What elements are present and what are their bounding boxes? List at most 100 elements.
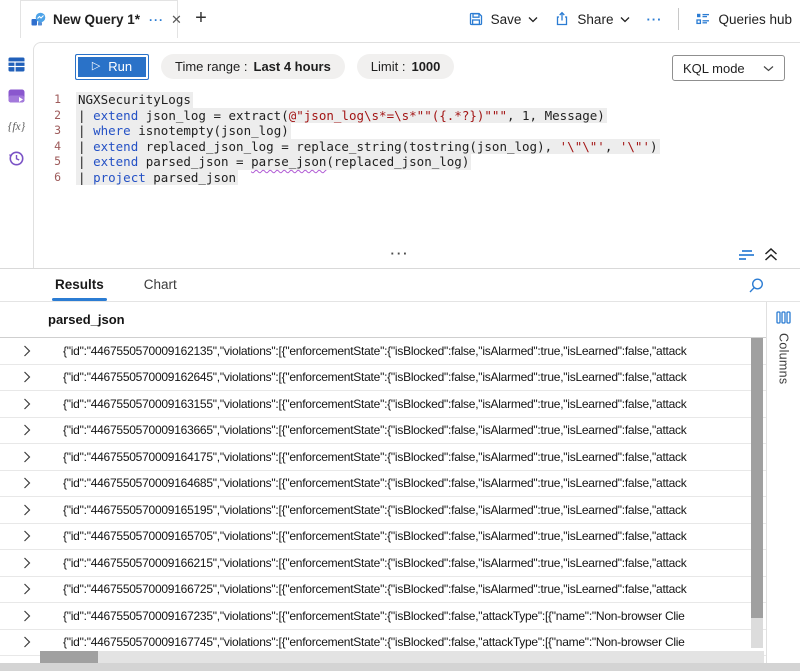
tab-chart[interactable]: Chart xyxy=(144,277,177,301)
save-label: Save xyxy=(491,12,522,27)
results-panel: Results Chart parsed_json {"id":"4467550… xyxy=(0,268,800,671)
limit-picker[interactable]: Limit : 1000 xyxy=(357,54,455,79)
table-row[interactable]: {"id":"4467550570009166215","violations"… xyxy=(0,550,766,577)
queries-hub-label: Queries hub xyxy=(718,12,792,27)
row-expand-chevron-icon[interactable] xyxy=(23,504,39,516)
table-row[interactable]: {"id":"4467550570009162135","violations"… xyxy=(0,338,766,365)
query-history-icon[interactable] xyxy=(8,150,25,167)
more-options-button[interactable]: ··· xyxy=(646,12,662,27)
table-row[interactable]: {"id":"4467550570009165705","violations"… xyxy=(0,524,766,551)
row-json-text: {"id":"4467550570009164685","violations"… xyxy=(63,476,766,490)
run-play-icon: ▷ xyxy=(92,61,100,72)
save-button[interactable]: Save xyxy=(468,11,539,27)
results-rows: {"id":"4467550570009162135","violations"… xyxy=(0,338,766,656)
window-bottom-edge xyxy=(0,663,800,671)
row-json-text: {"id":"4467550570009163155","violations"… xyxy=(63,397,766,411)
table-row[interactable]: {"id":"4467550570009166725","violations"… xyxy=(0,577,766,604)
code-line[interactable]: 1NGXSecurityLogs xyxy=(34,92,800,108)
horizontal-scrollbar-thumb[interactable] xyxy=(40,651,98,663)
queries-hub-button[interactable]: Queries hub xyxy=(695,11,792,27)
code-line[interactable]: 5| extend parsed_json = parse_json(repla… xyxy=(34,154,800,170)
row-json-text: {"id":"4467550570009162135","violations"… xyxy=(63,344,766,358)
row-json-text: {"id":"4467550570009163665","violations"… xyxy=(63,423,766,437)
save-icon xyxy=(468,11,484,27)
table-row[interactable]: {"id":"4467550570009163665","violations"… xyxy=(0,418,766,445)
column-header-parsed-json[interactable]: parsed_json xyxy=(0,302,766,338)
row-expand-chevron-icon[interactable] xyxy=(23,610,39,622)
code-editor-lines[interactable]: 1NGXSecurityLogs2| extend json_log = ext… xyxy=(34,92,800,185)
row-expand-chevron-icon[interactable] xyxy=(23,530,39,542)
tab-more-icon[interactable]: ··· xyxy=(149,13,164,27)
row-json-text: {"id":"4467550570009166215","violations"… xyxy=(63,556,766,570)
row-expand-chevron-icon[interactable] xyxy=(23,371,39,383)
functions-icon[interactable]: {fx} xyxy=(8,121,26,133)
line-number: 4 xyxy=(34,139,76,155)
table-row[interactable]: {"id":"4467550570009163155","violations"… xyxy=(0,391,766,418)
search-icon[interactable] xyxy=(748,277,765,294)
line-number: 2 xyxy=(34,108,76,124)
chevron-down-icon xyxy=(620,16,630,23)
line-number: 6 xyxy=(34,170,76,186)
results-tab-strip: Results Chart xyxy=(0,269,800,302)
row-json-text: {"id":"4467550570009166725","violations"… xyxy=(63,582,766,596)
query-panel: ▷ Run Time range : Last 4 hours Limit : … xyxy=(33,42,800,268)
sample-gallery-icon[interactable] xyxy=(8,89,25,104)
tab-title: New Query 1* xyxy=(53,12,140,27)
query-mode-select[interactable]: KQL mode xyxy=(672,55,785,81)
horizontal-scrollbar[interactable] xyxy=(40,651,764,663)
row-expand-chevron-icon[interactable] xyxy=(23,477,39,489)
row-expand-chevron-icon[interactable] xyxy=(23,398,39,410)
run-button[interactable]: ▷ Run xyxy=(75,54,149,80)
row-expand-chevron-icon[interactable] xyxy=(23,557,39,569)
editor-actions xyxy=(738,248,778,261)
tab-close-icon[interactable]: ✕ xyxy=(171,12,182,28)
top-actions: Save Share ··· xyxy=(468,0,792,38)
row-expand-chevron-icon[interactable] xyxy=(23,345,39,357)
panel-splitter-handle[interactable]: ··· xyxy=(391,246,410,261)
columns-side-panel[interactable]: Columns xyxy=(766,302,800,663)
table-row[interactable]: {"id":"4467550570009165195","violations"… xyxy=(0,497,766,524)
share-button[interactable]: Share xyxy=(554,11,630,27)
code-line[interactable]: 4| extend replaced_json_log = replace_st… xyxy=(34,139,800,155)
row-expand-chevron-icon[interactable] xyxy=(23,451,39,463)
vertical-scrollbar-track[interactable] xyxy=(751,618,763,648)
row-json-text: {"id":"4467550570009167235","violations"… xyxy=(63,609,766,623)
time-range-value: Last 4 hours xyxy=(254,59,331,74)
code-line[interactable]: 3| where isnotempty(json_log) xyxy=(34,123,800,139)
queries-hub-icon xyxy=(695,11,711,27)
row-expand-chevron-icon[interactable] xyxy=(23,636,39,648)
table-row[interactable]: {"id":"4467550570009164685","violations"… xyxy=(0,471,766,498)
code-line[interactable]: 2| extend json_log = extract(@"json_log\… xyxy=(34,108,800,124)
row-expand-chevron-icon[interactable] xyxy=(23,424,39,436)
tables-icon[interactable] xyxy=(8,57,25,72)
table-row[interactable]: {"id":"4467550570009167235","violations"… xyxy=(0,603,766,630)
tab-results[interactable]: Results xyxy=(55,277,104,301)
row-json-text: {"id":"4467550570009165705","violations"… xyxy=(63,529,766,543)
tab-bar: New Query 1* ··· ✕ + Save xyxy=(0,0,800,38)
row-json-text: {"id":"4467550570009167745","violations"… xyxy=(63,635,766,649)
columns-icon xyxy=(776,311,791,324)
run-label: Run xyxy=(108,59,132,74)
time-range-label: Time range : xyxy=(175,59,248,74)
collapse-editor-icon[interactable] xyxy=(764,248,778,261)
line-number: 3 xyxy=(34,123,76,139)
query-tab[interactable]: New Query 1* ··· ✕ xyxy=(20,0,178,38)
share-icon xyxy=(554,11,570,27)
row-json-text: {"id":"4467550570009165195","violations"… xyxy=(63,503,766,517)
row-json-text: {"id":"4467550570009162645","violations"… xyxy=(63,370,766,384)
line-number: 5 xyxy=(34,154,76,170)
code-line[interactable]: 6| project parsed_json xyxy=(34,170,800,186)
time-range-picker[interactable]: Time range : Last 4 hours xyxy=(161,54,345,79)
column-header-label: parsed_json xyxy=(48,312,125,327)
table-row[interactable]: {"id":"4467550570009162645","violations"… xyxy=(0,365,766,392)
limit-value: 1000 xyxy=(411,59,440,74)
table-row[interactable]: {"id":"4467550570009164175","violations"… xyxy=(0,444,766,471)
chevron-down-icon xyxy=(528,16,538,23)
row-expand-chevron-icon[interactable] xyxy=(23,583,39,595)
row-json-text: {"id":"4467550570009164175","violations"… xyxy=(63,450,766,464)
vertical-scrollbar-thumb[interactable] xyxy=(751,338,763,618)
adx-logo-icon xyxy=(30,12,46,28)
query-summary-icon[interactable] xyxy=(738,249,755,261)
new-tab-button[interactable]: + xyxy=(190,7,212,30)
chevron-down-icon xyxy=(763,65,774,72)
